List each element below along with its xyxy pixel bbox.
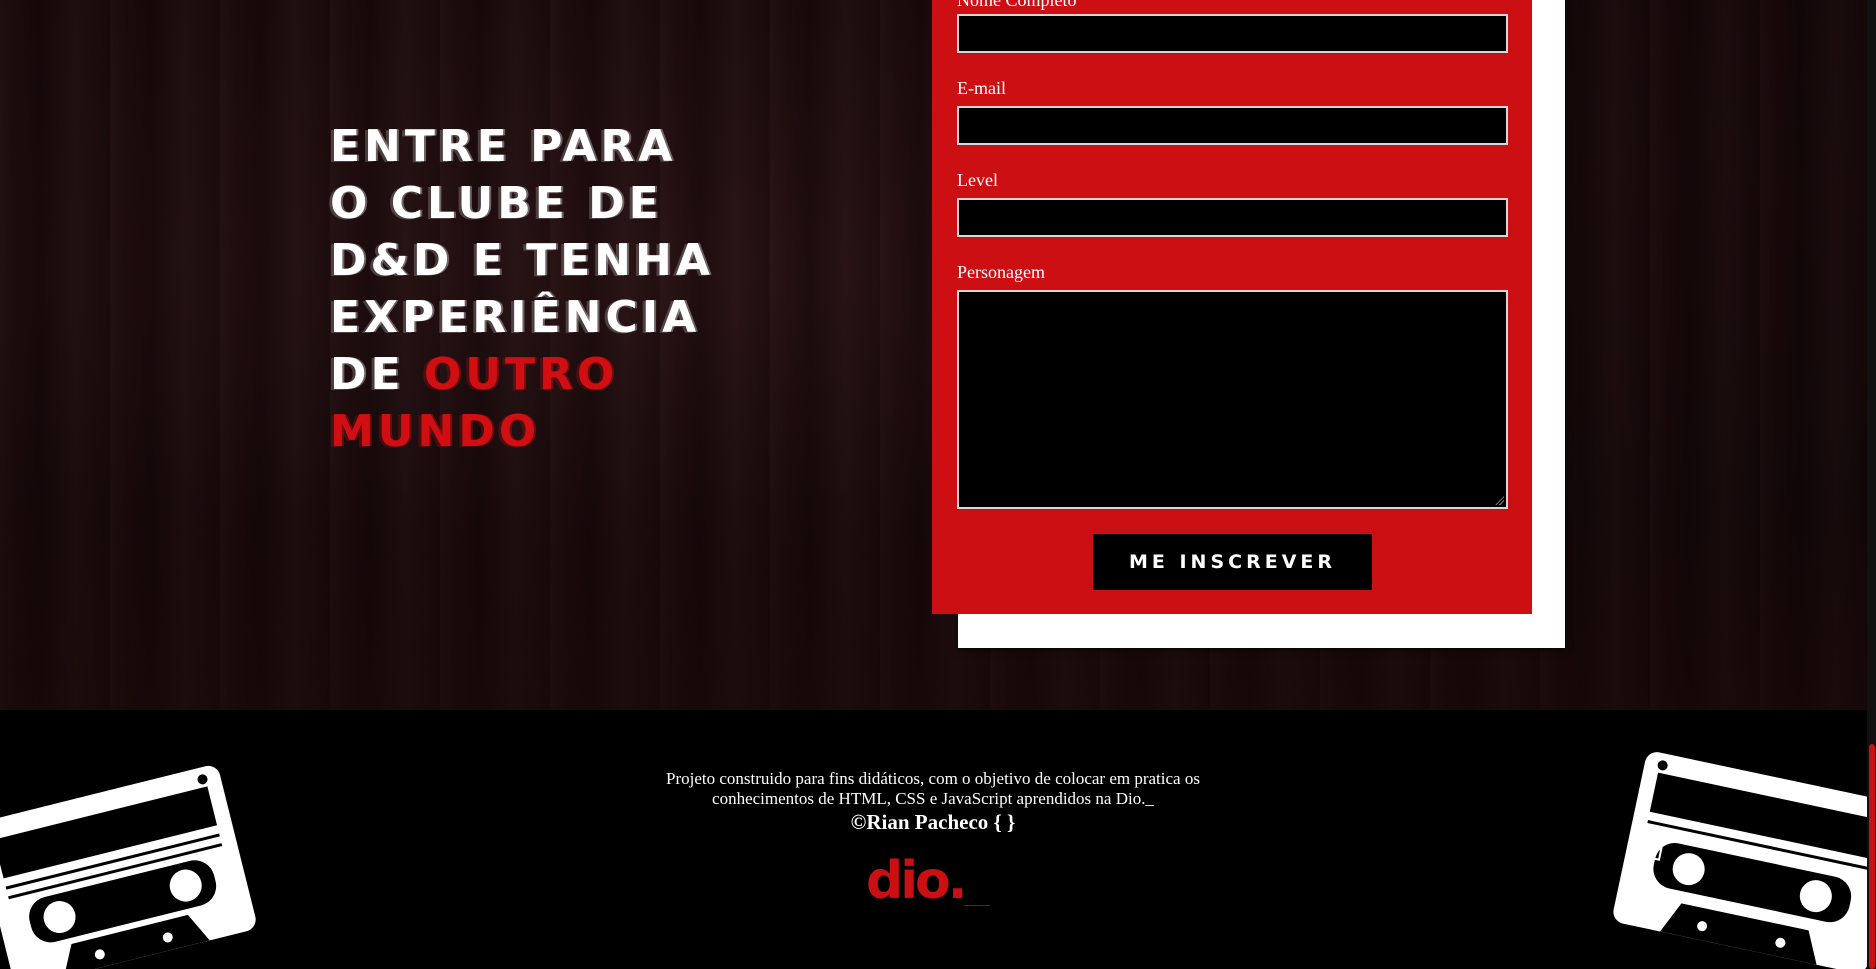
- footer-line-2: conhecimentos de HTML, CSS e JavaScript …: [712, 789, 1154, 808]
- cassette-tape-icon: [1613, 752, 1876, 969]
- headline-accent-2: mundo: [330, 406, 541, 457]
- level-field[interactable]: [957, 198, 1508, 237]
- character-label: Personagem: [957, 262, 1045, 282]
- headline-line-4: experiência: [330, 292, 701, 343]
- headline-line-2: o clube de: [330, 178, 663, 229]
- footer-line-1: Projeto construido para fins didáticos, …: [666, 769, 1200, 788]
- footer-credit: ©Rian Pacheco { }: [850, 810, 1016, 834]
- name-label: Nome Completo: [957, 0, 1077, 10]
- dio-logo-text: dio._: [866, 856, 991, 906]
- level-label: Level: [957, 170, 998, 190]
- footer-description: Projeto construido para fins didáticos, …: [598, 769, 1268, 809]
- headline-line-1: Entre para: [330, 121, 677, 172]
- email-field[interactable]: [957, 106, 1508, 145]
- signup-form: Nome Completo E-mail Level Personagem Me…: [932, 0, 1532, 614]
- page-footer: Projeto construido para fins didáticos, …: [0, 710, 1876, 969]
- subscribe-button[interactable]: Me inscrever: [1093, 534, 1372, 590]
- cassette-tape-icon: [0, 765, 256, 969]
- character-textarea[interactable]: [957, 290, 1508, 509]
- resize-handle[interactable]: [1495, 496, 1504, 505]
- headline-accent-1: outro: [423, 349, 619, 400]
- email-label: E-mail: [957, 78, 1006, 98]
- hero-headline: Entre para o clube de D&D e tenha experi…: [330, 118, 750, 460]
- headline-line-3: D&D e tenha: [330, 235, 714, 286]
- headline-line-5: de: [330, 349, 424, 400]
- dio-logo-icon[interactable]: dio._: [866, 856, 1000, 906]
- scrollbar-thumb[interactable]: [1869, 744, 1875, 969]
- page-scrollbar[interactable]: [1867, 0, 1876, 969]
- name-field[interactable]: [957, 14, 1508, 53]
